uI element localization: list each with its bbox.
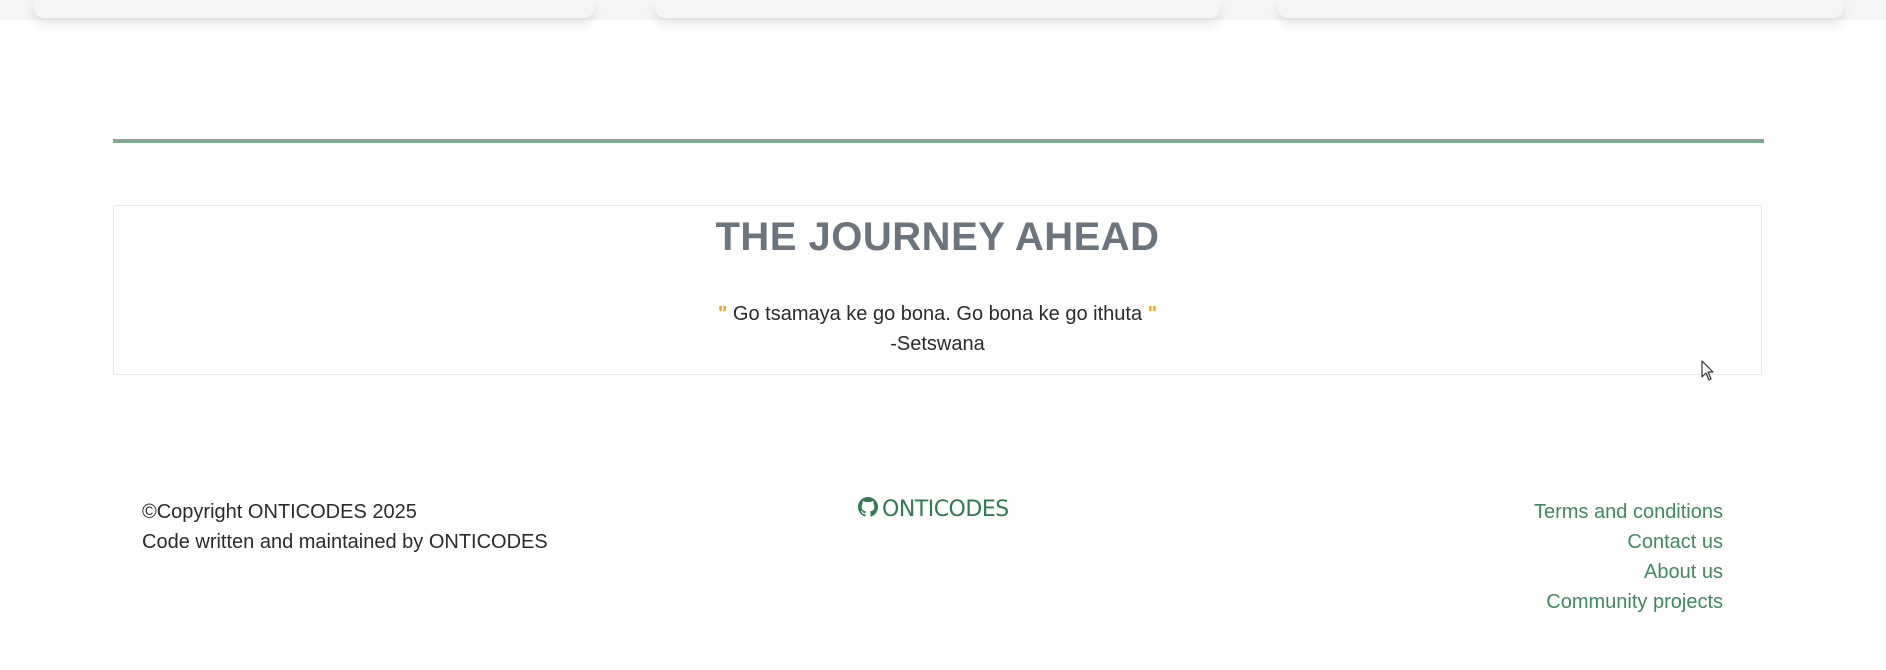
footer-left: ©Copyright ONTICODES 2025 Code written a… (142, 497, 548, 557)
card-bottom-edge-2 (655, 0, 1220, 18)
contact-link[interactable]: Contact us (1534, 527, 1723, 557)
about-link[interactable]: About us (1534, 557, 1723, 587)
terms-link[interactable]: Terms and conditions (1534, 497, 1723, 527)
card-bottom-edge-3 (1278, 0, 1843, 18)
top-cards-strip (0, 0, 1886, 20)
community-projects-link[interactable]: Community projects (1534, 587, 1723, 617)
card-bottom-edge-1 (34, 0, 594, 18)
quote-text: Go tsamaya ke go bona. Go bona ke go ith… (727, 303, 1148, 325)
quote-source: -Setswana (890, 333, 985, 355)
mouse-cursor-icon (1701, 360, 1715, 387)
journey-title: THE JOURNEY AHEAD (715, 215, 1160, 259)
brand-link[interactable]: ONTICODES (858, 497, 1009, 522)
footer-links: Terms and conditions Contact us About us… (1534, 497, 1723, 617)
quote-open-mark: " (717, 303, 728, 325)
github-icon (858, 497, 878, 522)
quote-close-mark: " (1147, 303, 1158, 325)
copyright-text: ©Copyright ONTICODES 2025 (142, 501, 417, 523)
section-divider (113, 139, 1764, 143)
quote: " Go tsamaya ke go bona. Go bona ke go i… (114, 300, 1761, 328)
maintained-by-text: Code written and maintained by ONTICODES (142, 531, 548, 553)
journey-section: THE JOURNEY AHEAD " Go tsamaya ke go bon… (113, 205, 1762, 375)
brand-name: ONTICODES (882, 497, 1009, 522)
